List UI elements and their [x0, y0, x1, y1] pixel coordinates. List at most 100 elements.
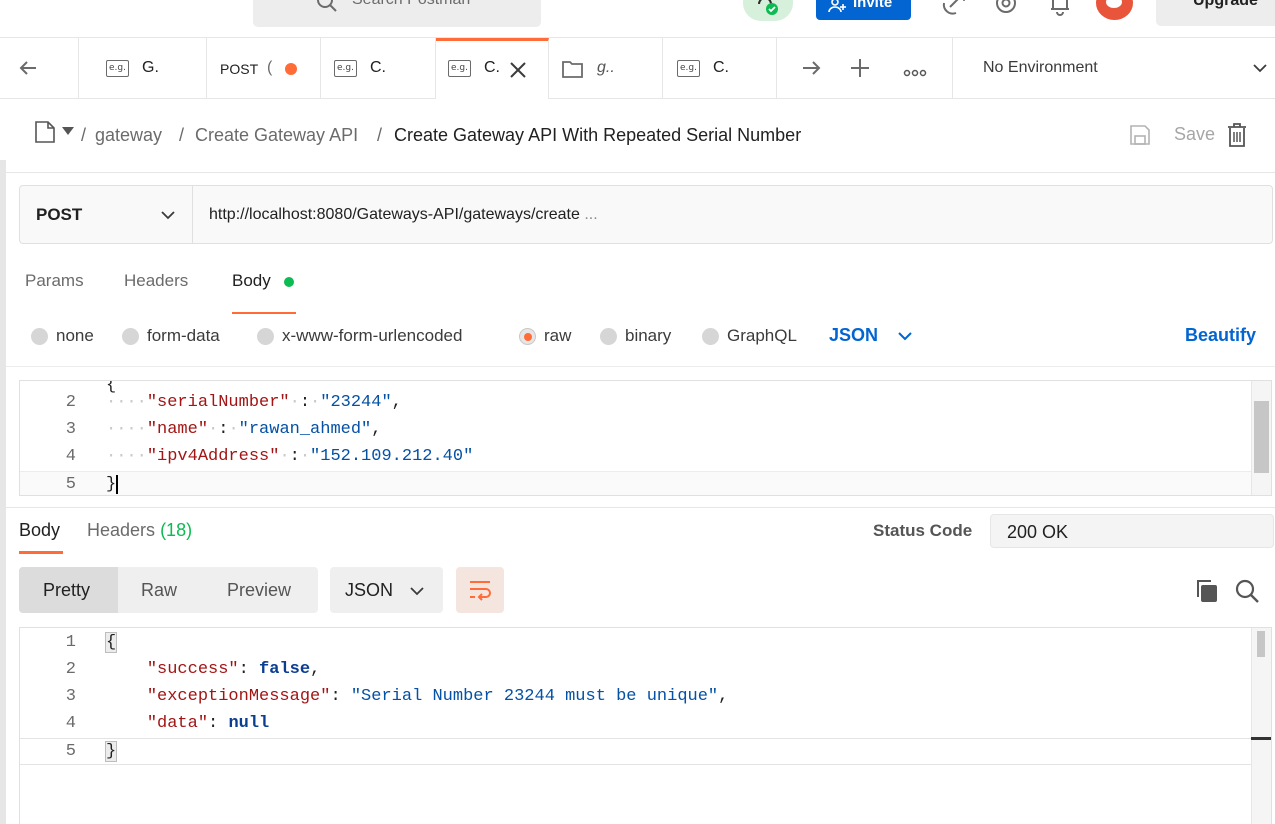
tab-body[interactable]: Body — [232, 271, 271, 291]
add-user-icon — [828, 0, 846, 13]
breadcrumb-current-request[interactable]: Create Gateway API With Repeated Serial … — [394, 125, 801, 146]
response-tab-body[interactable]: Body — [19, 520, 60, 541]
json-brace: } — [106, 475, 119, 494]
radio-circle — [600, 328, 617, 345]
beautify-button[interactable]: Beautify — [1185, 325, 1256, 346]
new-tab-plus-icon[interactable] — [850, 58, 870, 83]
response-headers-label: Headers — [87, 520, 156, 540]
folder-icon — [562, 61, 583, 78]
tab-collection[interactable]: g.. — [549, 38, 663, 99]
json-value: null — [228, 714, 270, 733]
upgrade-button[interactable]: Upgrade — [1156, 0, 1275, 26]
tab-headers[interactable]: Headers — [124, 271, 188, 291]
response-body-viewer[interactable]: 1 { 2 "success": false, 3 "exceptionMess… — [19, 627, 1272, 824]
tab-request-3[interactable]: e.g. C. — [321, 38, 436, 99]
radio-label: GraphQL — [727, 326, 797, 345]
line-number: 5 — [65, 742, 76, 761]
editor-scrollbar[interactable] — [1251, 381, 1271, 495]
caret-down-icon[interactable] — [62, 127, 74, 135]
save-button[interactable]: Save — [1128, 123, 1215, 149]
chevron-down-icon — [161, 211, 175, 220]
copy-icon[interactable] — [1194, 578, 1220, 609]
json-value: false — [259, 660, 311, 679]
wrap-lines-button[interactable] — [456, 567, 504, 613]
status-code-label: Status Code — [873, 521, 973, 540]
radio-circle — [702, 328, 719, 345]
tab-request-1[interactable]: e.g. G. — [93, 38, 207, 99]
sync-status-indicator[interactable] — [743, 0, 793, 21]
close-icon[interactable] — [509, 61, 527, 79]
json-punctuation: , — [718, 687, 729, 706]
divider — [6, 507, 1275, 508]
radio-circle — [31, 328, 48, 345]
scrollbar-thumb[interactable] — [1257, 631, 1265, 657]
http-method-value: POST — [36, 205, 83, 224]
code-line: 2 ····"serialNumber"·:·"23244", — [20, 390, 1252, 417]
url-ellipsis: ... — [584, 206, 598, 223]
radio-circle — [122, 328, 139, 345]
response-format-value: JSON — [345, 580, 394, 600]
search-placeholder: Search Postman — [352, 0, 470, 9]
view-pretty-button[interactable]: Pretty — [19, 567, 118, 613]
trash-icon[interactable] — [1226, 122, 1248, 153]
raw-format-select[interactable]: JSON — [829, 325, 878, 346]
code-line: 2 "success": false, — [20, 657, 1252, 684]
tab-back-button[interactable] — [0, 38, 79, 99]
request-body-editor[interactable]: { 2 ····"serialNumber"·:·"23244", 3 ····… — [19, 380, 1272, 496]
search-bar[interactable]: Search Postman — [253, 0, 541, 27]
notification-bell-icon[interactable] — [1049, 0, 1071, 22]
json-key: "exceptionMessage" — [146, 687, 331, 706]
status-code-badge: 200 OK — [990, 514, 1274, 548]
tab-method: POST — [220, 61, 259, 77]
breadcrumb-item-create-gateway-api[interactable]: Create Gateway API — [195, 125, 358, 146]
more-options-icon[interactable] — [903, 64, 927, 82]
view-raw-button[interactable]: Raw — [118, 567, 203, 613]
view-pretty-label: Pretty — [43, 580, 91, 600]
response-format-select[interactable]: JSON — [330, 567, 443, 613]
json-key: "name" — [146, 420, 209, 439]
code-line: 4 "data": null — [20, 711, 1252, 738]
satellite-icon[interactable] — [940, 0, 966, 22]
tab-request-4-active[interactable]: e.g. C. — [436, 38, 549, 99]
json-value: "23244" — [320, 393, 392, 412]
response-tab-headers[interactable]: Headers (18) — [87, 520, 192, 541]
tab-request-2[interactable]: POST ( — [207, 38, 321, 99]
json-value: "rawan_ahmed" — [238, 420, 372, 439]
response-view-toggle: Pretty Raw Preview — [19, 567, 318, 613]
tab-params[interactable]: Params — [25, 271, 84, 291]
url-input[interactable]: http://localhost:8080/Gateways-API/gatew… — [209, 206, 598, 224]
search-response-icon[interactable] — [1234, 578, 1260, 609]
view-raw-label: Raw — [141, 580, 178, 600]
example-icon: e.g. — [334, 60, 357, 77]
breadcrumb-separator: / — [377, 125, 383, 145]
wrap-lines-icon — [470, 581, 491, 601]
http-method-select[interactable]: POST — [20, 186, 193, 243]
tab-request-6[interactable]: e.g. C. — [663, 38, 777, 99]
environment-selector[interactable]: No Environment — [952, 38, 1275, 99]
viewer-scrollbar[interactable] — [1251, 628, 1271, 824]
breadcrumb-item-gateway[interactable]: gateway — [95, 125, 162, 146]
json-brace: { — [104, 632, 118, 653]
json-key: "data" — [146, 714, 209, 733]
code-line: 3 "exceptionMessage": "Serial Number 232… — [20, 684, 1252, 711]
radio-label: none — [56, 326, 94, 345]
tab-label: G. — [142, 59, 159, 76]
json-value: "Serial Number 23244 must be unique" — [350, 687, 719, 706]
upgrade-label: Upgrade — [1193, 0, 1258, 9]
json-punctuation: , — [391, 393, 402, 412]
request-doc-icon — [35, 121, 55, 143]
line-number: 2 — [65, 660, 76, 679]
arrow-right-icon[interactable] — [801, 60, 823, 81]
settings-gear-icon[interactable] — [994, 0, 1018, 22]
code-line: 1 { — [20, 630, 1252, 657]
invite-button[interactable]: Invite — [816, 0, 911, 20]
view-preview-button[interactable]: Preview — [203, 567, 318, 613]
scrollbar-thumb[interactable] — [1254, 401, 1269, 473]
chevron-down-icon[interactable] — [898, 331, 912, 341]
radio-circle — [257, 328, 274, 345]
chevron-down-icon — [410, 587, 424, 596]
user-avatar[interactable] — [1096, 0, 1133, 20]
save-label: Save — [1174, 124, 1216, 144]
json-punctuation: , — [371, 420, 382, 439]
line-number: 1 — [65, 633, 76, 652]
